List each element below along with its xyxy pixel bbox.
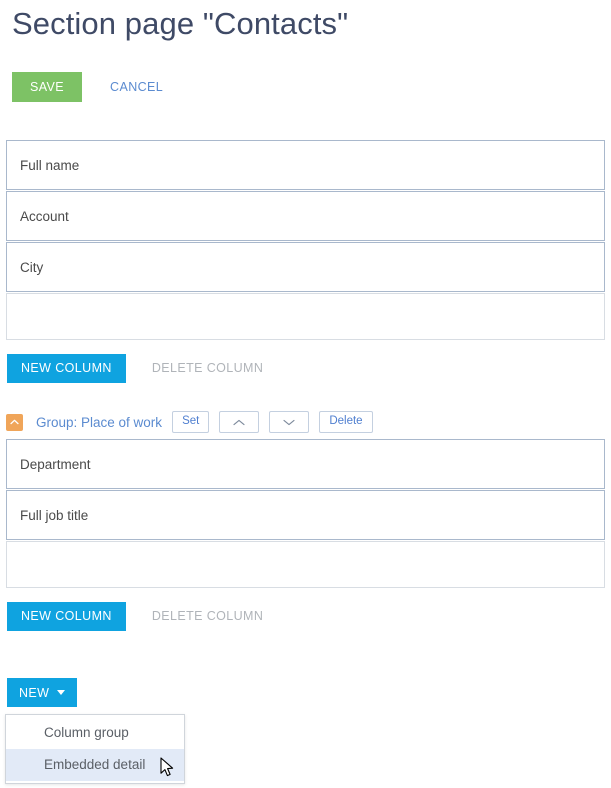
column-drop-zone[interactable] bbox=[6, 541, 605, 588]
group-column-actions: NEW COLUMN DELETE COLUMN bbox=[7, 602, 267, 631]
save-button[interactable]: SAVE bbox=[12, 72, 83, 102]
field-row[interactable]: Full job title bbox=[6, 490, 605, 540]
group-title: Group: Place of work bbox=[36, 414, 163, 430]
field-row[interactable]: Full name bbox=[6, 140, 605, 190]
page-title: Section page "Contacts" bbox=[12, 6, 349, 41]
new-dropdown-menu: Column group Embedded detail bbox=[5, 714, 185, 784]
group-move-down-button[interactable] bbox=[269, 411, 310, 433]
cancel-button[interactable]: CANCEL bbox=[106, 72, 167, 102]
group-move-up-button[interactable] bbox=[219, 411, 260, 433]
group-column-list: Department Full job title bbox=[6, 439, 605, 588]
action-bar: SAVE CANCEL bbox=[12, 72, 167, 102]
chevron-down-icon bbox=[283, 419, 295, 426]
new-button[interactable]: NEW bbox=[7, 678, 78, 707]
new-column-button[interactable]: NEW COLUMN bbox=[7, 602, 126, 631]
new-column-button[interactable]: NEW COLUMN bbox=[7, 354, 126, 383]
group-set-button[interactable]: Set bbox=[172, 411, 210, 433]
chevron-up-icon[interactable] bbox=[6, 413, 23, 431]
caret-down-icon bbox=[57, 690, 66, 695]
chevron-up-icon bbox=[233, 419, 245, 426]
new-dropdown: NEW bbox=[7, 678, 78, 707]
group-delete-button[interactable]: Delete bbox=[319, 411, 373, 433]
field-row[interactable]: City bbox=[6, 242, 605, 292]
delete-column-button: DELETE COLUMN bbox=[148, 354, 267, 383]
group-header: Group: Place of work Set Delete bbox=[6, 409, 373, 435]
dropdown-item-column-group[interactable]: Column group bbox=[6, 717, 184, 749]
main-column-list: Full name Account City bbox=[6, 140, 605, 340]
delete-column-button: DELETE COLUMN bbox=[148, 602, 267, 631]
field-row[interactable]: Department bbox=[6, 439, 605, 489]
main-column-actions: NEW COLUMN DELETE COLUMN bbox=[7, 354, 267, 383]
field-row[interactable]: Account bbox=[6, 191, 605, 241]
dropdown-item-embedded-detail[interactable]: Embedded detail bbox=[6, 749, 184, 781]
column-drop-zone[interactable] bbox=[6, 293, 605, 340]
new-button-label: NEW bbox=[19, 685, 50, 700]
